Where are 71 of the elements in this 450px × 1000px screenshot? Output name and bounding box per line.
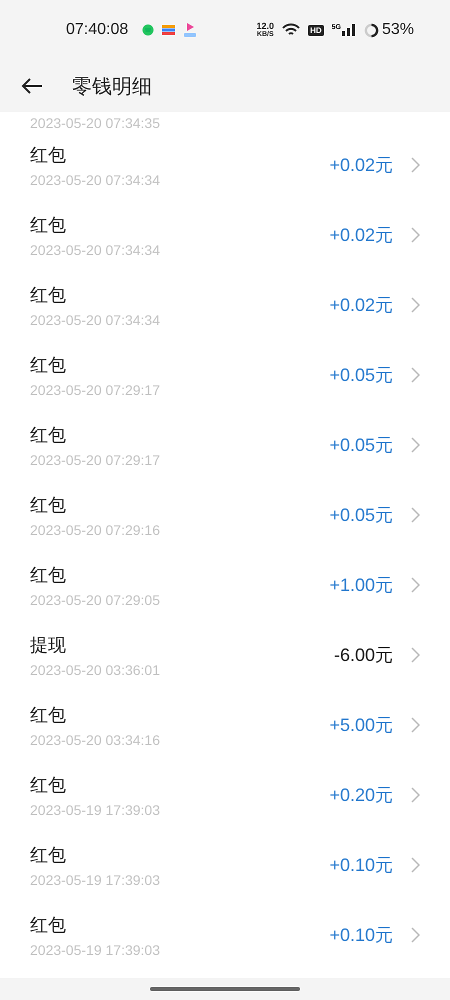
transaction-date: 2023-05-20 07:34:34	[30, 172, 161, 188]
wifi-icon	[282, 23, 300, 37]
transaction-date: 2023-05-20 07:34:34	[30, 312, 161, 328]
transaction-title: 红包	[30, 144, 67, 166]
chevron-icon	[411, 647, 420, 663]
transaction-title: 红包	[30, 774, 67, 796]
chevron-icon	[411, 227, 420, 243]
chevron-icon	[411, 927, 420, 943]
transaction-date: 2023-05-20 07:29:17	[30, 382, 161, 398]
app-icon	[162, 25, 176, 35]
chevron-icon	[411, 297, 420, 313]
transaction-row[interactable]: 红包 2023-05-19 17:39:03 +0.10元	[0, 900, 450, 970]
transaction-title: 红包	[30, 284, 67, 306]
transaction-row[interactable]: 红包 2023-05-20 07:34:34 +0.02元	[0, 270, 450, 340]
transaction-date: 2023-05-20 03:36:01	[30, 662, 161, 678]
battery-percent: 53%	[382, 21, 414, 39]
transaction-date: 2023-05-20 07:34:35	[30, 116, 160, 130]
app-icon	[142, 24, 154, 36]
transaction-amount: +0.20元	[329, 784, 393, 807]
transaction-title: 红包	[30, 844, 67, 866]
transaction-row[interactable]: 红包 2023-05-20 07:34:34 +0.02元	[0, 200, 450, 270]
transaction-title: 红包	[30, 424, 67, 446]
transaction-row[interactable]: 提现 2023-05-20 03:36:01 -6.00元	[0, 620, 450, 690]
chevron-icon	[411, 577, 420, 593]
transaction-amount: +0.05元	[329, 364, 393, 387]
transaction-amount: +0.02元	[329, 294, 393, 317]
transaction-title: 红包	[30, 704, 67, 726]
page-title: 零钱明细	[72, 72, 152, 100]
chevron-icon	[411, 857, 420, 873]
transaction-row[interactable]: 红包 2023-05-20 07:29:16 +0.05元	[0, 480, 450, 550]
transaction-row[interactable]: 红包 2023-05-20 03:34:16 +5.00元	[0, 690, 450, 760]
transaction-row[interactable]: 红包 2023-05-20 07:34:34 +0.02元	[0, 130, 450, 200]
battery-icon	[364, 22, 379, 38]
chevron-icon	[411, 507, 420, 523]
hd-badge: HD	[308, 24, 324, 36]
transaction-amount: +0.10元	[329, 924, 393, 947]
transaction-row[interactable]: 红包 2023-05-20 07:29:17 +0.05元	[0, 410, 450, 480]
transaction-date: 2023-05-20 07:34:34	[30, 242, 161, 258]
transaction-title: 红包	[30, 494, 67, 516]
transaction-row[interactable]: 红包 2023-05-19 17:39:03 +0.20元	[0, 760, 450, 830]
transaction-amount: +0.10元	[329, 854, 393, 877]
transaction-date: 2023-05-20 07:29:17	[30, 452, 161, 468]
transaction-row[interactable]: 红包 2023-05-20 07:29:17 +0.05元	[0, 340, 450, 410]
transaction-amount: +0.05元	[329, 434, 393, 457]
transaction-row[interactable]: 红包 2023-05-20 07:29:05 +1.00元	[0, 550, 450, 620]
back-icon[interactable]	[20, 77, 44, 95]
transaction-title: 红包	[30, 914, 67, 936]
transaction-amount: +0.02元	[329, 224, 393, 247]
transaction-amount: +0.05元	[329, 504, 393, 527]
transaction-title: 红包	[30, 214, 67, 236]
transaction-date: 2023-05-19 17:39:03	[30, 942, 161, 958]
app-icon	[183, 22, 198, 38]
chevron-icon	[411, 787, 420, 803]
transaction-date: 2023-05-19 17:39:03	[30, 802, 161, 818]
chevron-icon	[411, 437, 420, 453]
transaction-title: 提现	[30, 634, 67, 656]
status-time: 07:40:08	[66, 21, 128, 39]
transaction-row[interactable]: 红包 2023-05-19 17:39:03 +0.10元	[0, 830, 450, 900]
transaction-amount: +0.02元	[329, 154, 393, 177]
transaction-date: 2023-05-20 07:29:05	[30, 592, 161, 608]
transaction-amount: -6.00元	[334, 644, 393, 667]
transaction-amount: +5.00元	[329, 714, 393, 737]
chevron-icon	[411, 717, 420, 733]
transaction-date: 2023-05-19 17:39:03	[30, 872, 161, 888]
transaction-title: 红包	[30, 564, 67, 586]
transaction-title: 红包	[30, 354, 67, 376]
transaction-date: 2023-05-20 07:29:16	[30, 522, 161, 538]
transaction-amount: +1.00元	[329, 574, 393, 597]
chevron-icon	[411, 367, 420, 383]
transaction-date: 2023-05-20 03:34:16	[30, 732, 161, 748]
chevron-icon	[411, 157, 420, 173]
